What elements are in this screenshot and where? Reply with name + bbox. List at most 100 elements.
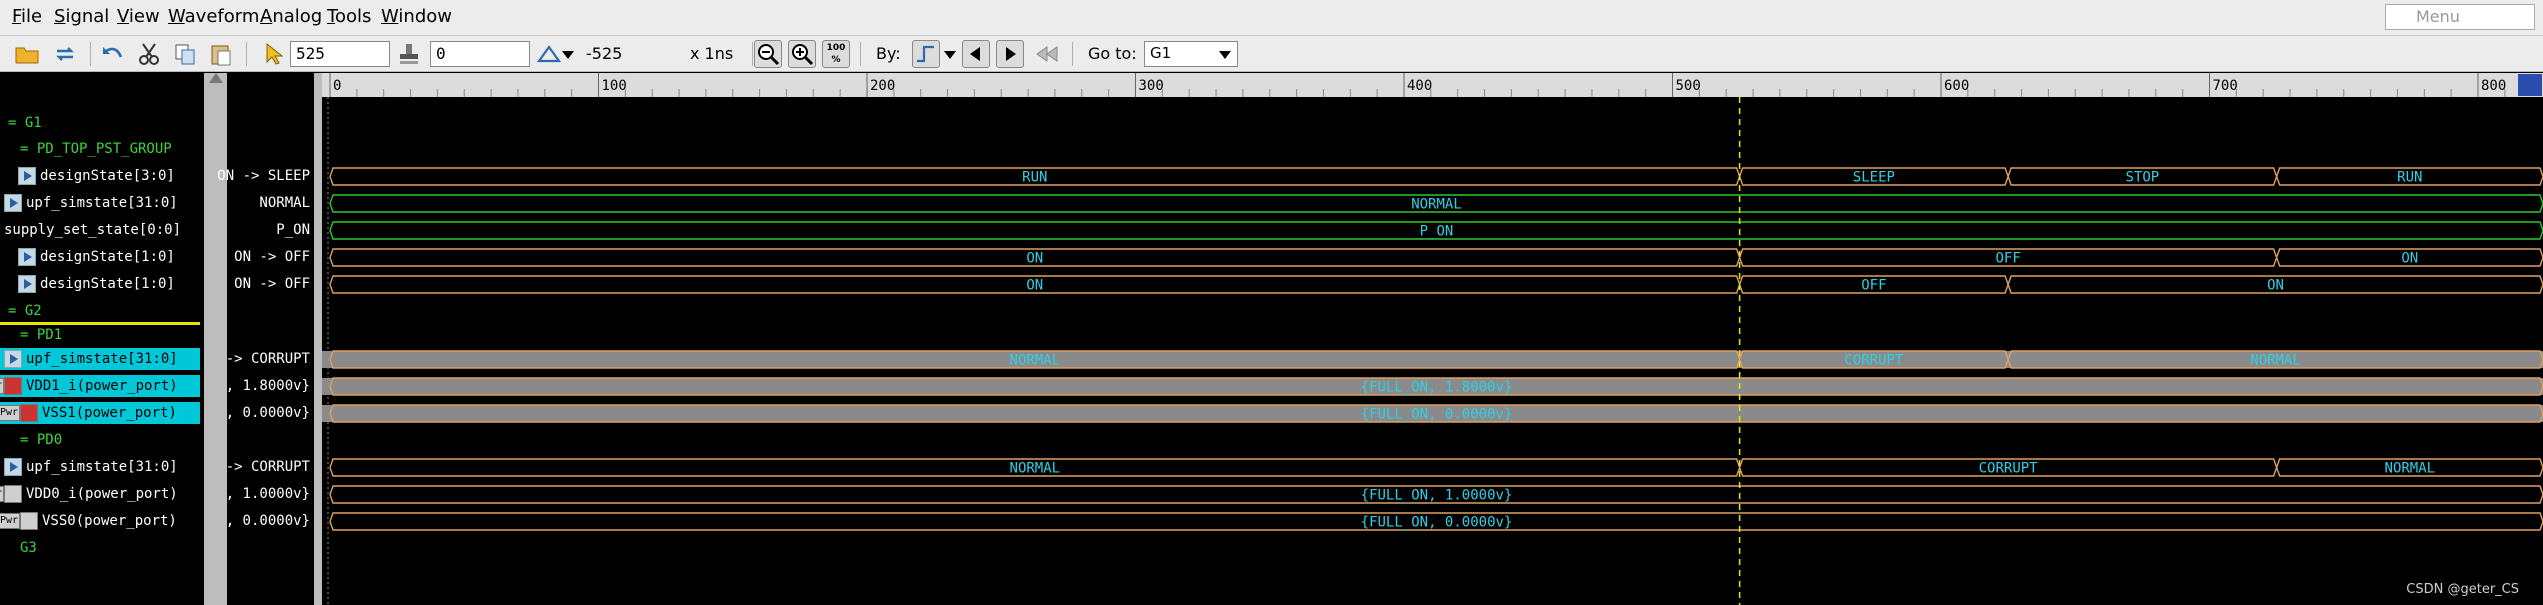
signal-value: ON -> SLEEP	[217, 168, 310, 184]
ruler-tick-label: 400	[1407, 78, 1432, 94]
signal-bus-icon	[18, 167, 36, 185]
watermark: CSDN @geter_CS	[2406, 582, 2519, 597]
zoom-in-button[interactable]	[788, 40, 816, 68]
power-port-icon	[20, 512, 38, 530]
signal-value: P_ON	[276, 222, 310, 238]
signal-name[interactable]: designState[1:0]	[40, 247, 175, 267]
zoom-fit-button[interactable]: 100 %	[822, 40, 850, 68]
bus-value-label: {FULL_ON, 1.8000v}	[1361, 380, 1513, 396]
search-backward-button[interactable]	[962, 40, 990, 68]
chevron-down-icon[interactable]	[1216, 41, 1234, 67]
signal-name[interactable]: VSS0(power_port)	[42, 511, 177, 531]
ruler-scroll-thumb	[2518, 74, 2542, 96]
pane-splitter[interactable]	[204, 73, 227, 605]
chevron-down-icon[interactable]	[942, 41, 958, 67]
signal-value: , 1.0000v}	[225, 486, 310, 502]
signal-bus-icon	[4, 350, 22, 368]
marker-icon[interactable]	[396, 41, 422, 67]
waveform-pane[interactable]: 0 100 200 300 400 500 600 700 800 RUN SLEEP STOP RUN…	[322, 73, 2543, 605]
signal-bus-icon	[4, 194, 22, 212]
signal-name[interactable]: supply_set_state[0:0]	[4, 220, 181, 240]
group-name[interactable]: = PD_TOP_PST_GROUP	[20, 139, 172, 159]
cut-icon[interactable]	[136, 41, 162, 67]
ruler-tick-label: 500	[1676, 78, 1701, 94]
menu-search-input[interactable]: Menu	[2385, 4, 2535, 30]
insert-marker-line	[0, 322, 200, 325]
signal-value: , 0.0000v}	[225, 405, 310, 421]
ruler-tick-label: 100	[602, 78, 627, 94]
bus-value-label: ON	[1026, 278, 1043, 294]
signal-name[interactable]: VDD1_i(power_port)	[26, 376, 178, 396]
signal-value: NORMAL	[259, 195, 310, 211]
group-name[interactable]: = PD1	[20, 325, 62, 345]
menu-file[interactable]: File	[12, 6, 42, 27]
selected-wave-band	[322, 351, 2543, 368]
delta-icon[interactable]	[536, 41, 562, 67]
chevron-down-icon[interactable]	[560, 41, 576, 67]
signal-bus-icon	[4, 458, 22, 476]
signal-bus-icon	[18, 275, 36, 293]
zoom-out-button[interactable]	[754, 40, 782, 68]
menu-window[interactable]: Window	[381, 6, 452, 27]
power-port-icon	[4, 485, 22, 503]
signal-name[interactable]: designState[1:0]	[40, 274, 175, 294]
pane-splitter[interactable]	[314, 73, 322, 605]
open-folder-icon[interactable]	[14, 41, 40, 67]
paste-icon[interactable]	[208, 41, 234, 67]
group-name[interactable]: = G2	[8, 301, 42, 321]
scroll-up-icon[interactable]	[209, 73, 223, 83]
bus-value-label: OFF	[1861, 278, 1886, 294]
toolbar: 525 0 -525 x 1ns 100 % By: Go to: G1	[0, 36, 2543, 72]
menu-waveform[interactable]: Waveform	[168, 6, 259, 27]
bus-value-label: STOP	[2126, 170, 2160, 186]
waveform-canvas[interactable]: 0 100 200 300 400 500 600 700 800 RUN SLEEP STOP RUN…	[322, 73, 2543, 605]
signal-name[interactable]: upf_simstate[31:0]	[26, 349, 178, 369]
bus-value-label: {FULL_ON, 0.0000v}	[1361, 515, 1513, 531]
bus-value-label: ON	[2401, 251, 2418, 267]
bus-value-label: RUN	[2397, 170, 2422, 186]
group-name[interactable]: = G1	[8, 113, 42, 133]
signal-bus-icon	[18, 248, 36, 266]
zoom-in-icon	[792, 44, 814, 66]
power-port-icon	[20, 404, 38, 422]
copy-icon[interactable]	[172, 41, 198, 67]
reload-icon[interactable]	[52, 41, 78, 67]
signal-name[interactable]: VSS1(power_port)	[42, 403, 177, 423]
bus-value-label: NORMAL	[2385, 461, 2436, 477]
signal-name-pane[interactable]: = G1 = PD_TOP_PST_GROUP designState[3:0] up…	[0, 73, 204, 605]
undo-icon[interactable]	[100, 41, 126, 67]
signal-name[interactable]: VDD0_i(power_port)	[26, 484, 178, 504]
power-port-tag-icon: Pwr	[0, 405, 21, 421]
bus-value-label: NORMAL	[1010, 353, 1061, 369]
cursor-time-field[interactable]: 525	[290, 41, 390, 67]
menu-signal[interactable]: Signal	[54, 6, 109, 27]
signal-value: ON -> OFF	[234, 249, 310, 265]
toolbar-separator	[246, 42, 247, 66]
signal-name[interactable]: designState[3:0]	[40, 166, 175, 186]
signal-name[interactable]: upf_simstate[31:0]	[26, 457, 178, 477]
menu-view[interactable]: View	[117, 6, 160, 27]
toolbar-separator	[90, 42, 91, 66]
marker-time-field[interactable]: 0	[430, 41, 530, 67]
bus-value-label: CORRUPT	[1979, 461, 2039, 477]
menu-analog[interactable]: Analog	[260, 6, 322, 27]
bus-value-label: SLEEP	[1853, 170, 1895, 186]
rewind-icon[interactable]	[1034, 41, 1060, 67]
group-name[interactable]: = PD0	[20, 430, 62, 450]
search-forward-button[interactable]	[996, 40, 1024, 68]
ruler-tick-label: 800	[2481, 78, 2506, 94]
signal-value-pane[interactable]: ON -> SLEEP NORMAL P_ON ON -> OFF ON -> OFF -…	[217, 73, 314, 605]
bus-value-label: NORMAL	[1411, 197, 1462, 213]
search-by-button[interactable]	[912, 40, 940, 68]
toolbar-separator	[860, 42, 861, 66]
group-name[interactable]: G3	[20, 538, 37, 558]
zoom-out-icon	[758, 44, 780, 66]
menu-tools[interactable]: Tools	[327, 6, 371, 27]
ruler-tick-label: 600	[1944, 78, 1969, 94]
bus-value-label: ON	[1026, 251, 1043, 267]
pointer-cursor-icon[interactable]	[260, 41, 286, 67]
signal-value: -> CORRUPT	[225, 351, 310, 367]
toolbar-separator	[1072, 42, 1073, 66]
edge-icon	[917, 45, 934, 63]
signal-name[interactable]: upf_simstate[31:0]	[26, 193, 178, 213]
